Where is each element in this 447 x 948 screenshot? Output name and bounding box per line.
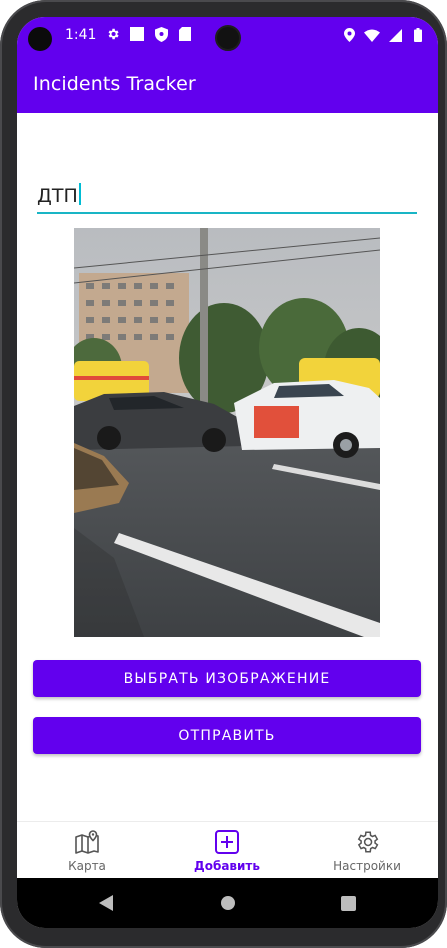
earpiece-speaker: [215, 25, 241, 51]
shield-icon: [153, 26, 169, 42]
select-image-button[interactable]: ВЫБРАТЬ ИЗОБРАЖЕНИЕ: [33, 660, 421, 697]
screen: 1:41 Incidents Tracker ДТП ВЫБРАТЬ ИЗОБР…: [17, 17, 438, 928]
nav-item-add[interactable]: Добавить: [157, 826, 297, 876]
nav-label-map: Карта: [68, 859, 106, 873]
add-box-icon: [214, 829, 240, 855]
incident-title-value: ДТП: [37, 185, 78, 207]
gear-icon: [354, 829, 380, 855]
app-bar: Incidents Tracker: [17, 57, 438, 113]
signal-icon: [387, 27, 403, 43]
wifi-icon: [364, 27, 380, 43]
nav-item-settings[interactable]: Настройки: [297, 826, 437, 876]
location-icon: [341, 27, 357, 43]
square-notification-icon: [129, 26, 145, 42]
back-icon[interactable]: [97, 894, 115, 912]
app-title: Incidents Tracker: [33, 73, 196, 95]
home-icon[interactable]: [219, 894, 237, 912]
battery-icon: [410, 27, 426, 43]
map-icon: [74, 829, 100, 855]
status-time: 1:41: [65, 27, 97, 43]
text-caret: [78, 183, 81, 205]
bottom-navigation: Карта Добавить Настройки: [17, 821, 438, 879]
incident-title-field[interactable]: ДТП: [37, 183, 417, 214]
sd-card-icon: [177, 26, 193, 42]
incident-photo: [74, 228, 380, 637]
front-camera: [28, 27, 52, 51]
add-incident-form: ДТП ВЫБРАТЬ ИЗОБРАЖЕНИЕ ОТПРАВИТЬ: [17, 113, 438, 821]
status-icons-left: [105, 26, 193, 42]
status-bar: 1:41: [17, 17, 438, 57]
car-accident-photo: [74, 228, 380, 637]
system-navigation-bar: [17, 878, 438, 928]
settings-icon: [105, 26, 121, 42]
nav-label-add: Добавить: [194, 859, 260, 873]
field-underline: [37, 212, 417, 214]
nav-item-map[interactable]: Карта: [17, 826, 157, 876]
recents-icon[interactable]: [339, 894, 357, 912]
status-icons-right: [341, 27, 426, 43]
nav-label-settings: Настройки: [333, 859, 401, 873]
send-button[interactable]: ОТПРАВИТЬ: [33, 717, 421, 754]
phone-frame: 1:41 Incidents Tracker ДТП ВЫБРАТЬ ИЗОБР…: [0, 0, 447, 948]
